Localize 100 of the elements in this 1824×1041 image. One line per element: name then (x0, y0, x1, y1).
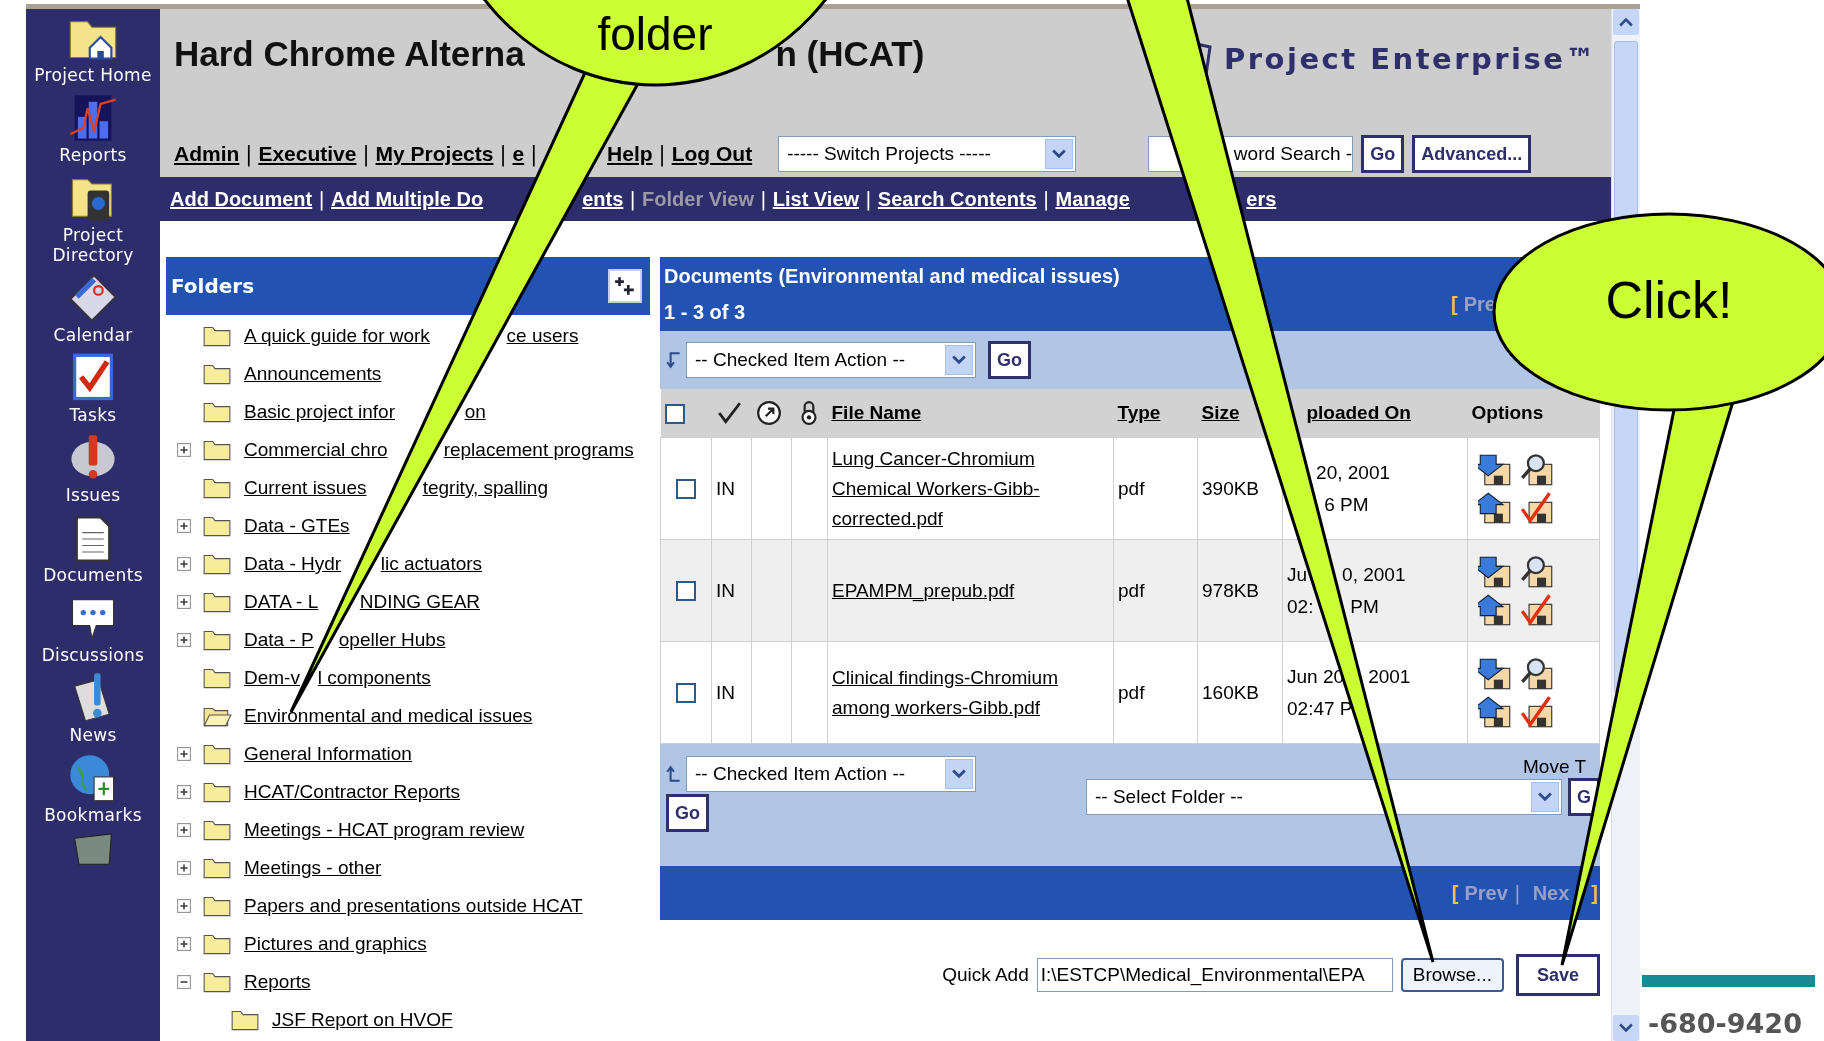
expand-button[interactable] (177, 747, 191, 761)
go-button[interactable]: Go (1361, 135, 1405, 173)
folder-link[interactable]: Commercial chro replacement programs (244, 439, 634, 461)
download-icon[interactable] (1478, 452, 1512, 487)
subnav-link[interactable]: Add Document (170, 187, 313, 211)
collapse-button[interactable] (177, 975, 191, 989)
nav-link[interactable]: Log Out (671, 142, 753, 166)
folder-link[interactable]: Environmental and medical issues (244, 705, 533, 727)
separator: | (499, 142, 507, 166)
project-dropdown[interactable]: ----- Switch Projects ----- (778, 136, 1077, 172)
download-icon[interactable] (1478, 554, 1512, 589)
checkmark-icon[interactable] (1520, 592, 1554, 627)
column-sort-link[interactable]: Size (1201, 402, 1240, 423)
action-dropdown[interactable]: -- Checked Item Action -- (686, 756, 976, 792)
folder-link[interactable]: Basic project infor on (244, 401, 486, 423)
scroll-up-button[interactable] (1613, 9, 1639, 35)
sidebar-link[interactable]: Tasks (28, 405, 158, 425)
sidebar-link[interactable]: Calendar (28, 325, 158, 345)
nav-link[interactable]: Help (607, 142, 653, 166)
subnav-link[interactable]: Add Multiple Do ents (330, 187, 624, 211)
expand-button[interactable] (177, 633, 191, 647)
expand-button[interactable] (177, 937, 191, 951)
row-checkbox[interactable] (676, 683, 696, 704)
sidebar-link[interactable]: Reports (28, 145, 158, 165)
column-header: Options (1471, 402, 1544, 423)
folder-link[interactable]: JSF Report on HVOF (272, 1009, 453, 1031)
folder-link[interactable]: Data - Hydr lic actuators (244, 553, 483, 575)
folder-icon (202, 742, 232, 766)
folder-link[interactable]: Announcements (244, 363, 382, 385)
nav-link[interactable]: Executive (258, 142, 357, 166)
subnav-link[interactable]: Folder View (642, 187, 754, 211)
dropdown-caret-icon (1531, 782, 1559, 812)
upload-icon[interactable] (1478, 694, 1512, 729)
folder-icon (202, 932, 232, 956)
magnifier-icon[interactable] (1520, 656, 1554, 691)
corner-arrow-icon (666, 765, 682, 783)
download-icon[interactable] (1478, 656, 1512, 691)
folder-link[interactable]: HCAT/Contractor Reports (244, 781, 461, 803)
expand-button[interactable] (177, 823, 191, 837)
scroll-down-button[interactable] (1613, 1015, 1639, 1041)
sidebar-link[interactable]: Project Directory (28, 225, 158, 265)
checkmark-icon[interactable] (1520, 490, 1554, 525)
row-checkbox[interactable] (676, 479, 696, 500)
separator: | (760, 187, 767, 211)
folder-link[interactable]: Data - P opeller Hubs (244, 629, 446, 651)
upload-icon[interactable] (1478, 490, 1512, 525)
folder-icon (202, 514, 232, 538)
expand-button[interactable] (177, 519, 191, 533)
folder-icon (202, 818, 232, 842)
column-sort-link[interactable]: File Name (831, 402, 922, 423)
magnifier-icon[interactable] (1520, 452, 1554, 487)
action-dropdown[interactable]: -- Checked Item Action -- (686, 342, 976, 378)
sidebar-link[interactable]: News (28, 725, 158, 745)
upload-icon[interactable] (1478, 592, 1512, 627)
folder-link[interactable]: DATA - L NDING GEAR (244, 591, 481, 613)
down-chevron-icon (1619, 1023, 1633, 1033)
expand-button[interactable] (177, 595, 191, 609)
row-checkbox[interactable] (676, 581, 696, 602)
expand-button[interactable] (177, 861, 191, 875)
nav-link[interactable]: My Projects (375, 142, 494, 166)
folder-link[interactable]: Meetings - HCAT program review (244, 819, 525, 841)
file-path-field[interactable]: I:\ESTCP\Medical_Environmental\EPA (1036, 958, 1393, 992)
add-folder-button[interactable] (608, 269, 642, 303)
sidebar-link[interactable]: Issues (28, 485, 158, 505)
subnav-link[interactable]: Search Contents (877, 187, 1037, 211)
separator: | (362, 142, 370, 166)
folder-link[interactable]: Meetings - other (244, 857, 382, 879)
table-cell: pdf (1118, 579, 1145, 601)
sidebar-link[interactable]: Documents (28, 565, 158, 585)
expand-button[interactable] (177, 785, 191, 799)
nav-link[interactable]: Admin (174, 142, 240, 166)
checkmark-icon[interactable] (1520, 694, 1554, 729)
subnav-link[interactable]: List View (772, 187, 860, 211)
save-button[interactable]: Save (1515, 954, 1600, 996)
folder-link[interactable]: Pictures and graphics (244, 933, 427, 955)
expand-button[interactable] (177, 557, 191, 571)
sidebar-link[interactable]: Discussions (28, 645, 158, 665)
folder-link[interactable]: Reports (244, 971, 311, 993)
folder-dropdown[interactable]: -- Select Folder -- (1086, 779, 1562, 815)
browse-button[interactable]: Browse... (1400, 958, 1504, 992)
magnifier-icon[interactable] (1520, 554, 1554, 589)
go-button[interactable]: Go (988, 341, 1031, 379)
folder-link[interactable]: Current issues tegrity, spalling (244, 477, 548, 499)
expand-button[interactable] (177, 443, 191, 457)
expand-button[interactable] (177, 899, 191, 913)
folder-link[interactable]: Data - GTEs (244, 515, 350, 537)
folder-link[interactable]: Papers and presentations outside HCAT (244, 895, 583, 917)
nav-link[interactable]: e (512, 142, 525, 166)
sidebar-link[interactable]: Bookmarks (28, 805, 158, 825)
advanced-search-button[interactable]: Advanced... (1412, 135, 1532, 173)
corner-arrow-icon (666, 351, 682, 369)
folder-link[interactable]: A quick guide for work ce users (244, 325, 579, 347)
folder-link[interactable]: General Information (244, 743, 412, 765)
bracket: [ (1451, 881, 1459, 905)
subnav-link[interactable]: Manage ers (1055, 187, 1277, 211)
folder-icon (202, 780, 232, 804)
sidebar-link[interactable]: Project Home (28, 65, 158, 85)
select-all-checkbox[interactable] (664, 404, 685, 424)
go-button[interactable]: Go (666, 794, 709, 832)
folder-link[interactable]: Dem-v l components (244, 667, 431, 689)
